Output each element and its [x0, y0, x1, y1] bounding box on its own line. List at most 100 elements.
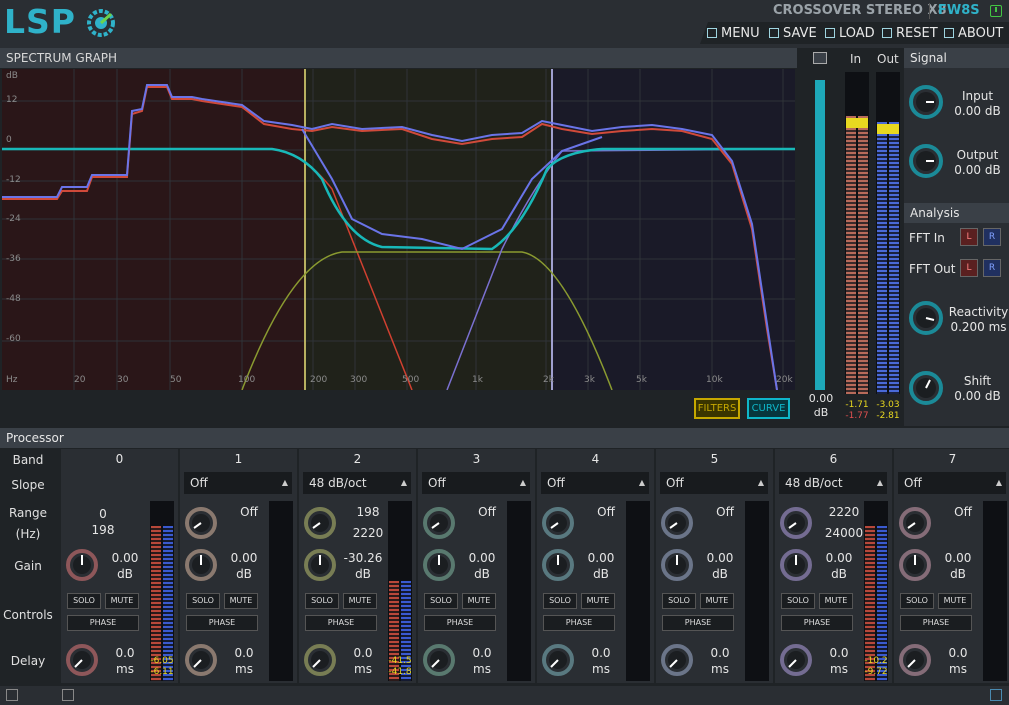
mute-button-7[interactable]: MUTE — [938, 593, 972, 609]
fft-in-right-button[interactable]: R — [983, 228, 1001, 246]
slope-select-7[interactable]: Off▲▼ — [898, 472, 1006, 509]
gain-unit: dB — [831, 567, 847, 581]
slope-select-5[interactable]: Off▲▼ — [660, 472, 768, 509]
analysis-title: Analysis — [904, 203, 1009, 223]
solo-button-0[interactable]: SOLO — [67, 593, 101, 609]
solo-button-3[interactable]: SOLO — [424, 593, 458, 609]
band-meter-right-bar — [401, 581, 411, 681]
delay-knob-1[interactable] — [184, 643, 218, 677]
gain-knob-6[interactable] — [779, 548, 813, 582]
band-meter-value-1: -10.2 — [864, 656, 888, 666]
menu-button[interactable]: MENU — [707, 25, 760, 41]
fft-out-left-button[interactable]: L — [960, 259, 978, 277]
fft-out-right-button[interactable]: R — [983, 259, 1001, 277]
phase-button-5[interactable]: PHASE — [662, 615, 734, 631]
db-label: -24 — [6, 214, 21, 224]
help-icon[interactable] — [990, 689, 1002, 701]
phase-button-2[interactable]: PHASE — [305, 615, 377, 631]
range-knob-7[interactable] — [898, 506, 932, 540]
reset-label: RESET — [896, 25, 938, 41]
solo-button-2[interactable]: SOLO — [305, 593, 339, 609]
layout-icon-2[interactable] — [62, 689, 74, 701]
gain-knob-4[interactable] — [541, 548, 575, 582]
gain-knob-1[interactable] — [184, 548, 218, 582]
gain-knob-2[interactable] — [303, 548, 337, 582]
save-button[interactable]: SAVE — [769, 25, 817, 41]
mute-button-4[interactable]: MUTE — [581, 593, 615, 609]
mute-button-6[interactable]: MUTE — [819, 593, 853, 609]
range-knob-1[interactable] — [184, 506, 218, 540]
mute-button-2[interactable]: MUTE — [343, 593, 377, 609]
input-knob[interactable] — [908, 84, 944, 120]
range-knob-5[interactable] — [660, 506, 694, 540]
mute-button-1[interactable]: MUTE — [224, 593, 258, 609]
about-button[interactable]: ABOUT — [944, 25, 1003, 41]
gain-knob-7[interactable] — [898, 548, 932, 582]
freq-label: 10k — [706, 375, 723, 385]
phase-button-1[interactable]: PHASE — [186, 615, 258, 631]
slope-select-1[interactable]: Off▲▼ — [184, 472, 292, 509]
shift-knob[interactable] — [908, 370, 944, 406]
gain-unit: dB — [593, 567, 609, 581]
delay-knob-7[interactable] — [898, 643, 932, 677]
filters-button[interactable]: FILTERS — [694, 398, 740, 419]
load-button[interactable]: LOAD — [825, 25, 875, 41]
range-knob-4[interactable] — [541, 506, 575, 540]
power-icon[interactable] — [990, 5, 1002, 17]
gain-unit: dB — [950, 567, 966, 581]
fft-out-label: FFT Out — [909, 262, 956, 276]
reactivity-knob[interactable] — [908, 300, 944, 336]
band-meter-value-1: -41.5 — [388, 656, 412, 666]
slope-value: Off — [190, 476, 208, 490]
phase-button-0[interactable]: PHASE — [67, 615, 139, 631]
solo-button-5[interactable]: SOLO — [662, 593, 696, 609]
spectrum-graph[interactable]: dB 12 0 -12 -24 -36 -48 -60 Hz 20 30 50 … — [2, 69, 795, 390]
range-knob-3[interactable] — [422, 506, 456, 540]
range-knob-6[interactable] — [779, 506, 813, 540]
slope-select-6[interactable]: 48 dB/oct▲▼ — [779, 472, 887, 509]
delay-unit: ms — [711, 662, 729, 676]
slope-value: Off — [428, 476, 446, 490]
delay-unit: ms — [116, 662, 134, 676]
curve-button[interactable]: CURVE — [747, 398, 790, 419]
slope-select-4[interactable]: Off▲▼ — [541, 472, 649, 509]
shift-value: 0.00 dB — [954, 389, 1001, 403]
phase-button-7[interactable]: PHASE — [900, 615, 972, 631]
output-knob[interactable] — [908, 143, 944, 179]
gain-knob-0[interactable] — [65, 548, 99, 582]
range-value-1: 0 — [99, 507, 107, 521]
solo-button-4[interactable]: SOLO — [543, 593, 577, 609]
range-knob-2[interactable] — [303, 506, 337, 540]
slope-select-3[interactable]: Off▲▼ — [422, 472, 530, 509]
zoom-icon[interactable] — [813, 52, 827, 64]
solo-button-1[interactable]: SOLO — [186, 593, 220, 609]
freq-label: 50 — [170, 375, 182, 385]
delay-knob-3[interactable] — [422, 643, 456, 677]
gain-knob-3[interactable] — [422, 548, 456, 582]
gain-value: 0.00 — [825, 551, 853, 565]
mute-button-0[interactable]: MUTE — [105, 593, 139, 609]
gain-value: -30.26 — [343, 551, 383, 565]
phase-button-4[interactable]: PHASE — [543, 615, 615, 631]
band-meter-7 — [983, 501, 1007, 681]
fft-in-left-button[interactable]: L — [960, 228, 978, 246]
phase-button-6[interactable]: PHASE — [781, 615, 853, 631]
delay-knob-5[interactable] — [660, 643, 694, 677]
phase-button-3[interactable]: PHASE — [424, 615, 496, 631]
reset-button[interactable]: RESET — [882, 25, 938, 41]
layout-icon[interactable] — [6, 689, 18, 701]
slope-select-2[interactable]: 48 dB/oct▲▼ — [303, 472, 411, 509]
lsp-logo: LSP — [4, 2, 120, 42]
shift-label-text: Shift — [963, 374, 992, 388]
delay-value: 0.0 — [829, 646, 849, 660]
solo-button-6[interactable]: SOLO — [781, 593, 815, 609]
delay-knob-4[interactable] — [541, 643, 575, 677]
solo-button-7[interactable]: SOLO — [900, 593, 934, 609]
gain-row-label: Gain — [14, 559, 42, 573]
delay-knob-6[interactable] — [779, 643, 813, 677]
gain-knob-5[interactable] — [660, 548, 694, 582]
delay-knob-0[interactable] — [65, 643, 99, 677]
delay-knob-2[interactable] — [303, 643, 337, 677]
mute-button-3[interactable]: MUTE — [462, 593, 496, 609]
mute-button-5[interactable]: MUTE — [700, 593, 734, 609]
